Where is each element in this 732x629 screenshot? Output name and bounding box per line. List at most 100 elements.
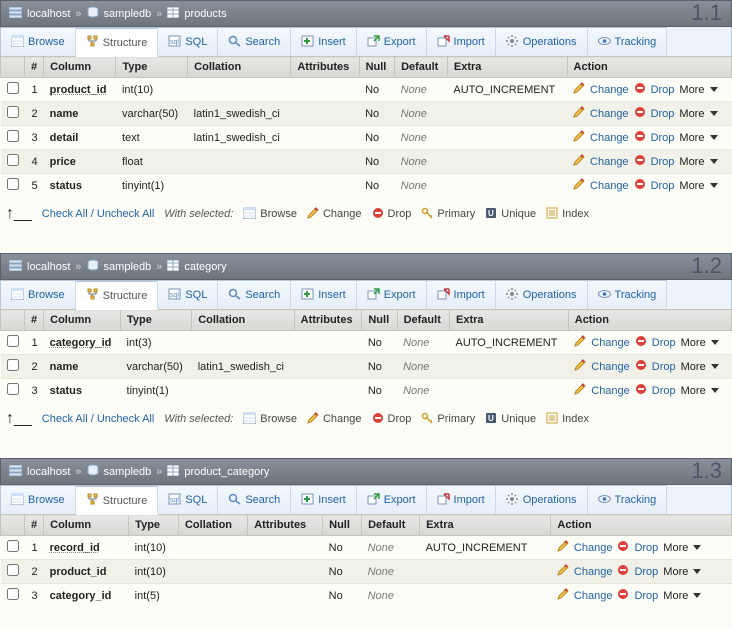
crumb-sampledb[interactable]: sampledb: [104, 8, 152, 20]
bulk-primary[interactable]: Primary: [421, 207, 475, 222]
bulk-index[interactable]: Index: [546, 207, 589, 222]
th-attributes[interactable]: Attributes: [294, 310, 362, 331]
tab-structure[interactable]: Structure: [76, 280, 159, 310]
crumb-sampledb[interactable]: sampledb: [104, 261, 152, 273]
tab-import[interactable]: Import: [427, 280, 496, 309]
bulk-browse[interactable]: Browse: [243, 412, 297, 427]
drop-link[interactable]: Drop: [651, 132, 675, 144]
tab-import[interactable]: Import: [427, 27, 496, 56]
tab-operations[interactable]: Operations: [496, 485, 588, 514]
change-link[interactable]: Change: [574, 566, 613, 578]
row-checkbox[interactable]: [7, 335, 19, 347]
drop-link[interactable]: Drop: [652, 337, 676, 349]
row-checkbox[interactable]: [7, 540, 19, 552]
more-link[interactable]: More: [681, 385, 719, 397]
th-default[interactable]: Default: [395, 57, 448, 78]
th-collation[interactable]: Collation: [192, 310, 294, 331]
tab-export[interactable]: Export: [357, 280, 427, 309]
tab-insert[interactable]: Insert: [291, 485, 357, 514]
th-null[interactable]: Null: [359, 57, 394, 78]
tab-insert[interactable]: Insert: [291, 27, 357, 56]
change-link[interactable]: Change: [591, 385, 630, 397]
check-all-link[interactable]: Check All / Uncheck All: [42, 208, 155, 220]
row-checkbox[interactable]: [7, 383, 19, 395]
th-default[interactable]: Default: [397, 310, 449, 331]
tab-operations[interactable]: Operations: [496, 280, 588, 309]
tab-structure[interactable]: Structure: [76, 27, 159, 57]
tab-browse[interactable]: Browse: [1, 27, 76, 56]
bulk-index[interactable]: Index: [546, 412, 589, 427]
tab-structure[interactable]: Structure: [76, 485, 159, 515]
th-default[interactable]: Default: [362, 515, 420, 536]
change-link[interactable]: Change: [574, 590, 613, 602]
row-checkbox[interactable]: [7, 588, 19, 600]
more-link[interactable]: More: [681, 337, 719, 349]
more-link[interactable]: More: [679, 180, 717, 192]
bulk-change[interactable]: Change: [307, 207, 362, 222]
tab-sql[interactable]: sqlSQL: [158, 280, 218, 309]
bulk-browse[interactable]: Browse: [243, 207, 297, 222]
more-link[interactable]: More: [663, 566, 701, 578]
th-null[interactable]: Null: [362, 310, 397, 331]
tab-browse[interactable]: Browse: [1, 485, 76, 514]
th-type[interactable]: Type: [129, 515, 179, 536]
change-link[interactable]: Change: [590, 108, 629, 120]
crumb-localhost[interactable]: localhost: [27, 466, 70, 478]
row-checkbox[interactable]: [7, 359, 19, 371]
tab-sql[interactable]: sqlSQL: [158, 27, 218, 56]
more-link[interactable]: More: [679, 84, 717, 96]
crumb-product_category[interactable]: product_category: [184, 466, 269, 478]
th-collation[interactable]: Collation: [188, 57, 291, 78]
row-checkbox[interactable]: [7, 130, 19, 142]
drop-link[interactable]: Drop: [651, 156, 675, 168]
th-type[interactable]: Type: [116, 57, 188, 78]
row-checkbox[interactable]: [7, 106, 19, 118]
crumb-localhost[interactable]: localhost: [27, 8, 70, 20]
more-link[interactable]: More: [679, 156, 717, 168]
th-null[interactable]: Null: [323, 515, 362, 536]
change-link[interactable]: Change: [590, 180, 629, 192]
th-collation[interactable]: Collation: [178, 515, 247, 536]
drop-link[interactable]: Drop: [652, 361, 676, 373]
tab-tracking[interactable]: Tracking: [588, 27, 668, 56]
crumb-category[interactable]: category: [184, 261, 226, 273]
more-link[interactable]: More: [681, 361, 719, 373]
th-extra[interactable]: Extra: [420, 515, 551, 536]
change-link[interactable]: Change: [590, 156, 629, 168]
th-extra[interactable]: Extra: [447, 57, 567, 78]
crumb-sampledb[interactable]: sampledb: [104, 466, 152, 478]
change-link[interactable]: Change: [574, 542, 613, 554]
th-attributes[interactable]: Attributes: [291, 57, 359, 78]
tab-tracking[interactable]: Tracking: [588, 280, 668, 309]
more-link[interactable]: More: [663, 542, 701, 554]
bulk-drop[interactable]: Drop: [372, 207, 412, 222]
tab-sql[interactable]: sqlSQL: [158, 485, 218, 514]
row-checkbox[interactable]: [7, 178, 19, 190]
tab-operations[interactable]: Operations: [496, 27, 588, 56]
more-link[interactable]: More: [663, 590, 701, 602]
th-column[interactable]: Column: [44, 515, 129, 536]
drop-link[interactable]: Drop: [651, 180, 675, 192]
th-column[interactable]: Column: [44, 57, 116, 78]
bulk-primary[interactable]: Primary: [421, 412, 475, 427]
tab-search[interactable]: Search: [218, 485, 291, 514]
row-checkbox[interactable]: [7, 82, 19, 94]
th-column[interactable]: Column: [44, 310, 121, 331]
change-link[interactable]: Change: [590, 132, 629, 144]
th-attributes[interactable]: Attributes: [248, 515, 323, 536]
more-link[interactable]: More: [679, 132, 717, 144]
tab-export[interactable]: Export: [357, 485, 427, 514]
drop-link[interactable]: Drop: [634, 590, 658, 602]
th-type[interactable]: Type: [121, 310, 192, 331]
tab-import[interactable]: Import: [427, 485, 496, 514]
drop-link[interactable]: Drop: [634, 542, 658, 554]
crumb-products[interactable]: products: [184, 8, 226, 20]
tab-tracking[interactable]: Tracking: [588, 485, 668, 514]
tab-export[interactable]: Export: [357, 27, 427, 56]
row-checkbox[interactable]: [7, 564, 19, 576]
tab-insert[interactable]: Insert: [291, 280, 357, 309]
drop-link[interactable]: Drop: [634, 566, 658, 578]
bulk-change[interactable]: Change: [307, 412, 362, 427]
th-extra[interactable]: Extra: [450, 310, 569, 331]
change-link[interactable]: Change: [591, 337, 630, 349]
